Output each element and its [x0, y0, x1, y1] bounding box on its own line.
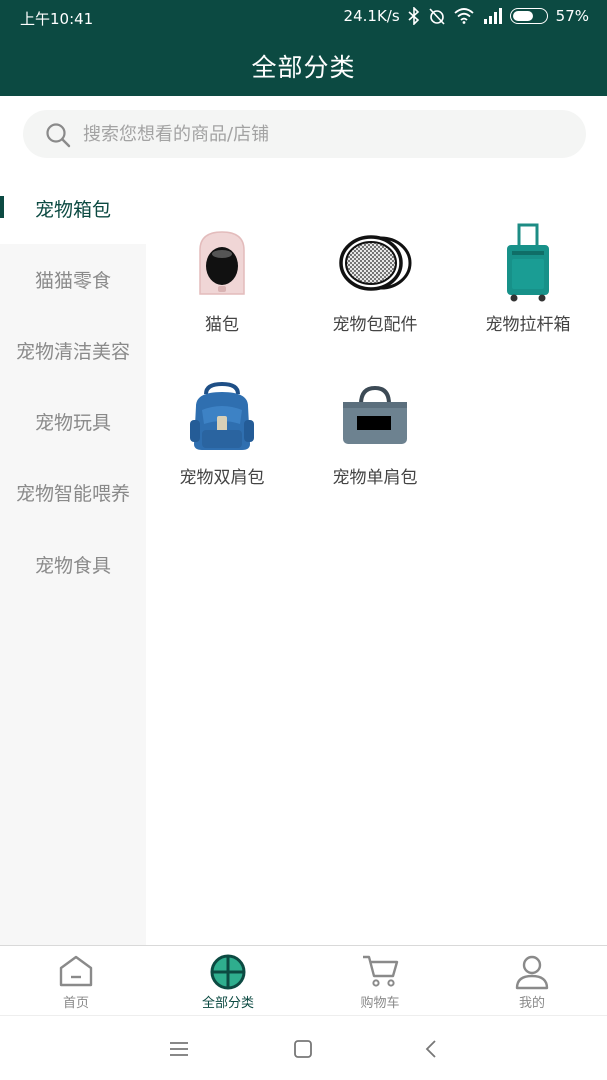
category-sidebar: 宠物箱包 猫猫零食 宠物清洁美容 宠物玩具 宠物智能喂养 宠物食具	[0, 172, 146, 945]
product-backpack[interactable]: 宠物双肩包	[147, 371, 297, 501]
product-label: 宠物拉杆箱	[485, 315, 571, 335]
sidebar-item-pet-toys[interactable]: 宠物玩具	[0, 385, 146, 457]
product-bag-accessories[interactable]: 宠物包配件	[300, 218, 450, 348]
cart-icon	[304, 954, 456, 990]
home-icon	[0, 954, 152, 990]
home-square-icon[interactable]	[288, 1036, 318, 1062]
product-rolling-suitcase[interactable]: 宠物拉杆箱	[453, 218, 603, 348]
shoulder-bag-icon	[300, 371, 450, 461]
nav-label: 购物车	[360, 996, 400, 1011]
battery-percent: 57%	[555, 7, 589, 25]
title-bar: 全部分类	[0, 34, 607, 96]
nav-cart[interactable]: 购物车	[304, 946, 456, 1016]
product-label: 宠物单肩包	[332, 468, 418, 488]
sidebar-item-label: 猫猫零食	[34, 269, 111, 292]
product-label: 宠物包配件	[332, 315, 418, 335]
nav-profile[interactable]: 我的	[456, 946, 607, 1016]
search-icon	[45, 122, 71, 152]
sidebar-item-label: 宠物玩具	[34, 411, 111, 434]
wifi-icon	[454, 8, 474, 24]
battery-icon	[509, 8, 548, 24]
sidebar-item-label: 宠物箱包	[34, 198, 111, 221]
status-time: 上午10:41	[20, 10, 94, 28]
cat-carrier-icon	[147, 218, 297, 308]
search-bar[interactable]	[23, 110, 586, 158]
signal-icon	[482, 8, 502, 24]
sidebar-item-smart-feeding[interactable]: 宠物智能喂养	[0, 456, 146, 528]
alarm-off-icon	[428, 7, 446, 25]
search-input[interactable]	[83, 110, 563, 158]
rolling-suitcase-icon	[453, 218, 603, 308]
nav-label: 首页	[62, 996, 89, 1011]
page-title: 全部分类	[251, 53, 356, 82]
sidebar-item-label: 宠物清洁美容	[15, 340, 130, 363]
system-nav-bar	[0, 1015, 607, 1080]
nav-category[interactable]: 全部分类	[152, 946, 304, 1016]
mesh-window-icon	[300, 218, 450, 308]
status-bar: 上午10:41 24.1K/s 57%	[0, 0, 607, 34]
product-shoulder-bag[interactable]: 宠物单肩包	[300, 371, 450, 501]
sidebar-item-pet-bags[interactable]: 宠物箱包	[0, 172, 146, 244]
profile-icon	[456, 954, 607, 990]
menu-icon[interactable]	[164, 1036, 194, 1062]
sidebar-item-pet-bowls[interactable]: 宠物食具	[0, 528, 146, 600]
category-icon	[152, 954, 304, 990]
back-icon[interactable]	[416, 1036, 446, 1062]
product-cat-carrier[interactable]: 猫包	[147, 218, 297, 348]
status-icons: 24.1K/s 57%	[344, 7, 589, 25]
sidebar-item-label: 宠物智能喂养	[15, 482, 130, 505]
nav-label: 全部分类	[201, 996, 254, 1011]
network-speed: 24.1K/s	[343, 7, 400, 25]
sidebar-item-pet-grooming[interactable]: 宠物清洁美容	[0, 314, 146, 386]
product-label: 宠物双肩包	[179, 468, 265, 488]
sidebar-item-label: 宠物食具	[34, 554, 111, 577]
backpack-icon	[147, 371, 297, 461]
sidebar-item-cat-snacks[interactable]: 猫猫零食	[0, 243, 146, 315]
active-indicator	[0, 196, 4, 218]
product-label: 猫包	[205, 315, 239, 335]
nav-label: 我的	[518, 996, 545, 1011]
bluetooth-icon	[408, 7, 420, 25]
bottom-nav: 首页 全部分类 购物车 我的	[0, 945, 607, 1015]
nav-home[interactable]: 首页	[0, 946, 152, 1016]
